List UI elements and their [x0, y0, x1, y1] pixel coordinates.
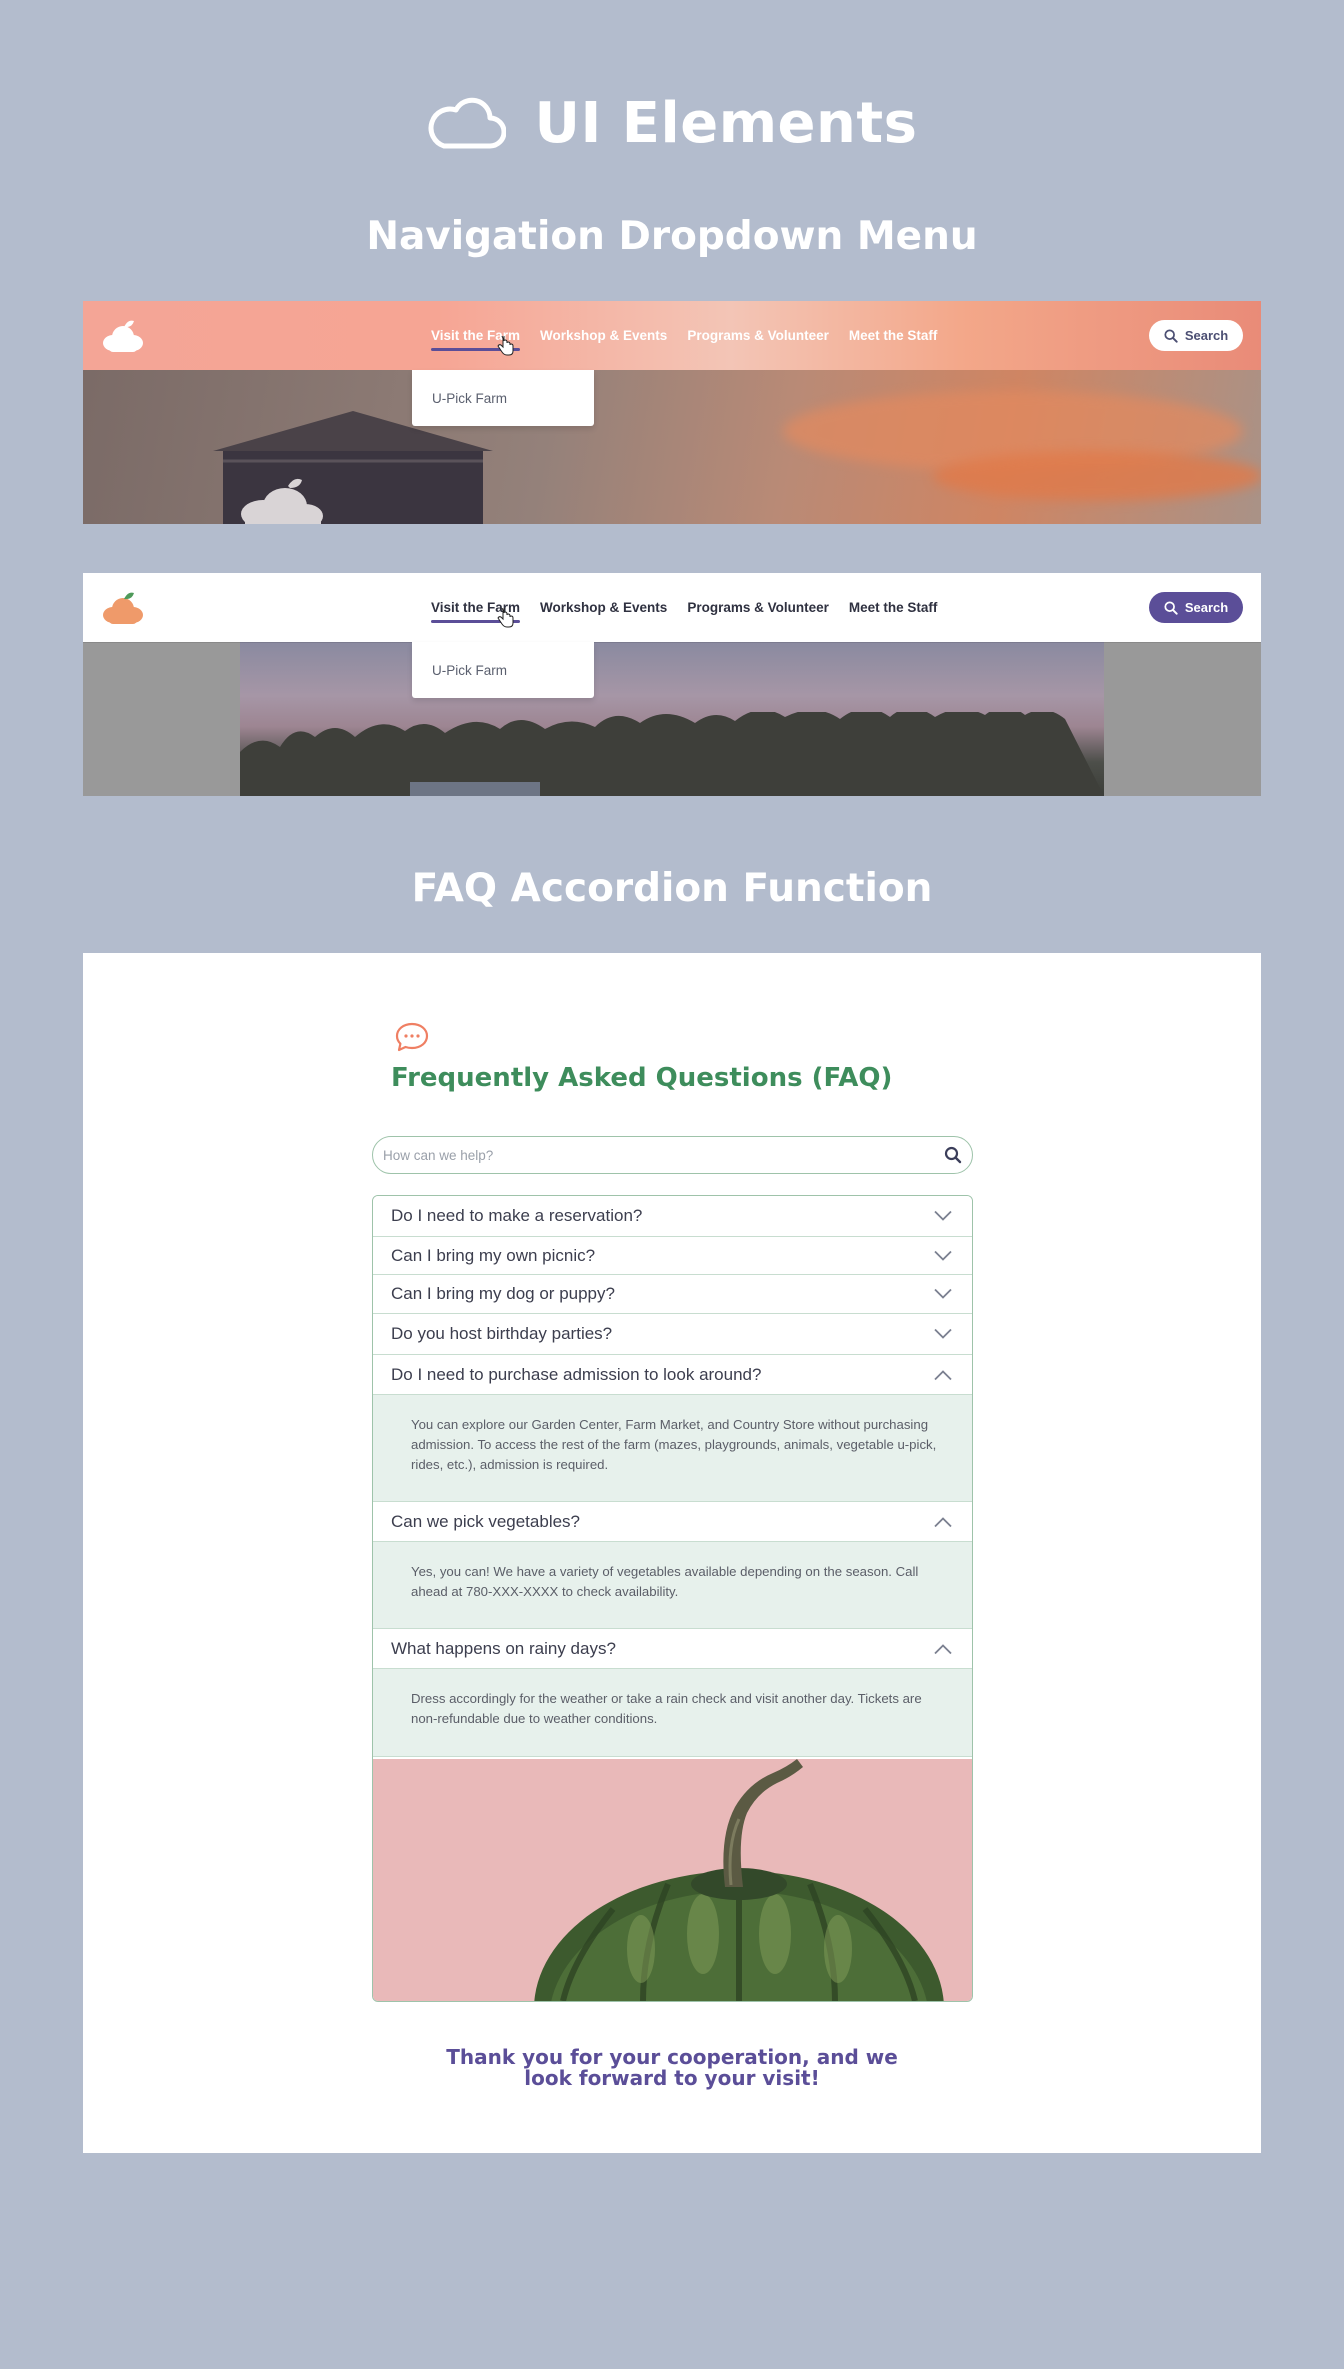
faq-panel: Frequently Asked Questions (FAQ) Do I ne…: [83, 953, 1261, 2153]
faq-question-row[interactable]: Do I need to purchase admission to look …: [373, 1355, 972, 1395]
farm-logo-icon[interactable]: [101, 591, 145, 625]
search-button-label: Search: [1184, 600, 1229, 615]
dropdown-item-u-pick-farm[interactable]: U-Pick Farm: [432, 391, 507, 406]
navigation-bar: Visit the Farm Workshop & Events Program…: [83, 301, 1261, 370]
nav-demo-transparent: Visit the Farm Workshop & Events Program…: [83, 301, 1261, 524]
page-title: UI Elements: [534, 90, 918, 156]
chevron-down-icon: [934, 1328, 952, 1339]
search-icon: [1164, 600, 1178, 615]
search-icon[interactable]: [944, 1146, 962, 1164]
chat-bubble-icon: [395, 1022, 429, 1052]
faq-title: Frequently Asked Questions (FAQ): [391, 1063, 893, 1093]
closing-message-line: Thank you for your cooperation, and we: [446, 2045, 898, 2069]
nav-link-workshop-events[interactable]: Workshop & Events: [540, 594, 667, 621]
pumpkin-image: [373, 1759, 972, 2001]
farm-logo-icon[interactable]: [101, 319, 145, 353]
chevron-down-icon: [934, 1288, 952, 1299]
nav-link-programs-volunteer[interactable]: Programs & Volunteer: [687, 322, 829, 349]
faq-question-text: Can I bring my own picnic?: [391, 1245, 596, 1265]
faq-question-row[interactable]: Can we pick vegetables?: [373, 1502, 972, 1542]
faq-question-row[interactable]: Can I bring my own picnic?: [373, 1237, 972, 1275]
faq-question-text: Do you host birthday parties?: [391, 1324, 613, 1343]
page-header: UI Elements: [0, 88, 1344, 158]
chevron-down-icon: [934, 1250, 952, 1261]
treeline-silhouette: [240, 712, 1104, 796]
nav-demo-white: Visit the Farm Workshop & Events Program…: [83, 573, 1261, 796]
chevron-up-icon: [934, 1643, 952, 1654]
search-button[interactable]: Search: [1149, 320, 1243, 351]
faq-question-text: Can we pick vegetables?: [391, 1511, 581, 1531]
faq-question-text: What happens on rainy days?: [391, 1638, 616, 1658]
search-button-label: Search: [1184, 328, 1229, 343]
faq-answer: You can explore our Garden Center, Farm …: [373, 1395, 972, 1502]
faq-accordion: Do I need to make a reservation? Can I b…: [372, 1195, 973, 2002]
chevron-up-icon: [934, 1369, 952, 1380]
search-button[interactable]: Search: [1149, 592, 1243, 623]
navigation-bar: Visit the Farm Workshop & Events Program…: [83, 573, 1261, 642]
search-icon: [1164, 328, 1178, 343]
nav-dropdown-menu: U-Pick Farm: [412, 642, 594, 698]
closing-message-line: look forward to your visit!: [524, 2066, 820, 2090]
faq-section-heading: FAQ Accordion Function: [411, 866, 933, 911]
faq-question-row[interactable]: Do I need to make a reservation?: [373, 1196, 972, 1237]
nav-link-meet-the-staff[interactable]: Meet the Staff: [849, 594, 938, 621]
nav-section-heading: Navigation Dropdown Menu: [366, 214, 978, 259]
sky-streak: [933, 451, 1261, 501]
faq-question-row[interactable]: Can I bring my dog or puppy?: [373, 1275, 972, 1314]
faq-question-row[interactable]: Do you host birthday parties?: [373, 1314, 972, 1355]
chevron-down-icon: [934, 1210, 952, 1221]
cloud-icon: [429, 97, 507, 149]
faq-answer: Dress accordingly for the weather or tak…: [373, 1669, 972, 1757]
pumpkin-illustration: [534, 1759, 944, 2001]
nav-link-workshop-events[interactable]: Workshop & Events: [540, 322, 667, 349]
faq-question-text: Can I bring my dog or puppy?: [391, 1284, 615, 1303]
faq-question-text: Do I need to make a reservation?: [391, 1206, 643, 1225]
pointer-hand-icon: [497, 336, 514, 356]
nav-link-programs-volunteer[interactable]: Programs & Volunteer: [687, 594, 829, 621]
closing-message: Thank you for your cooperation, and we l…: [83, 2047, 1261, 2089]
farm-field-image: [240, 642, 1104, 796]
faq-answer: Yes, you can! We have a variety of veget…: [373, 1542, 972, 1629]
faq-search-input[interactable]: [383, 1147, 944, 1163]
faq-question-text: Do I need to purchase admission to look …: [391, 1364, 762, 1384]
faq-question-row[interactable]: What happens on rainy days?: [373, 1629, 972, 1669]
faq-search-bar: [372, 1136, 973, 1174]
nav-link-meet-the-staff[interactable]: Meet the Staff: [849, 322, 938, 349]
nav-dropdown-menu: U-Pick Farm: [412, 370, 594, 426]
dropdown-item-u-pick-farm[interactable]: U-Pick Farm: [432, 663, 507, 678]
pointer-hand-icon: [497, 608, 514, 628]
chevron-up-icon: [934, 1516, 952, 1527]
